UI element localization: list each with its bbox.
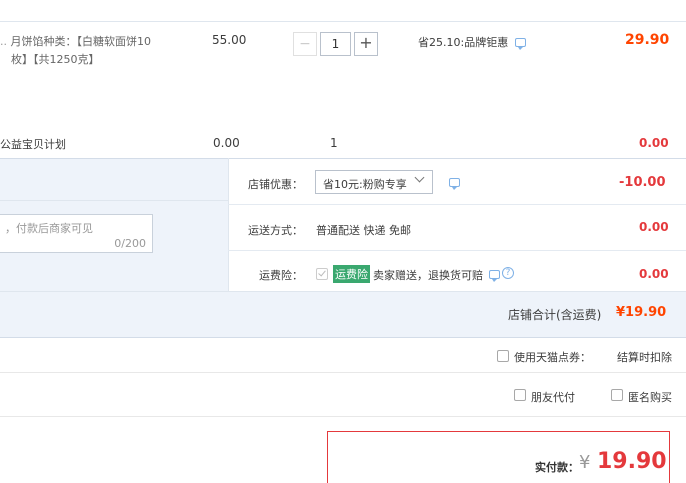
plus-label: + bbox=[359, 33, 373, 52]
divider-options bbox=[0, 416, 686, 417]
row-divider-3 bbox=[0, 291, 686, 292]
question-icon[interactable]: ? bbox=[502, 267, 514, 279]
charity-price: 0.00 bbox=[213, 136, 240, 150]
payment-label: 实付款： bbox=[535, 461, 579, 474]
checkbox-icon[interactable] bbox=[611, 389, 623, 401]
message-icon[interactable] bbox=[515, 38, 526, 50]
quantity-value: 1 bbox=[331, 37, 340, 51]
message-icon[interactable] bbox=[449, 178, 460, 190]
friend-pay-label[interactable]: 朋友代付 bbox=[531, 389, 575, 405]
shop-total-label: 店铺合计(含运费) bbox=[508, 308, 602, 322]
top-divider bbox=[0, 21, 686, 22]
minus-label: − bbox=[299, 36, 311, 52]
check-mark-icon bbox=[318, 268, 326, 277]
checkbox-icon[interactable] bbox=[316, 268, 328, 280]
row-divider-1 bbox=[228, 204, 686, 205]
qty-plus-button[interactable]: + bbox=[354, 32, 378, 56]
message-placeholder: ，付款后商家可见 bbox=[5, 222, 93, 235]
shop-discount-label: 店铺优惠： bbox=[248, 178, 303, 191]
checkbox-icon[interactable] bbox=[497, 350, 509, 362]
panel-top-border bbox=[0, 158, 686, 159]
message-icon[interactable] bbox=[489, 270, 500, 282]
ellipsis: .. bbox=[0, 35, 11, 48]
tmall-points-note: 结算时扣除 bbox=[617, 351, 672, 364]
item-unit-price: 55.00 bbox=[212, 33, 247, 47]
shop-total-amount: ¥19.90 bbox=[616, 305, 667, 320]
charity-total: 0.00 bbox=[639, 136, 669, 150]
shop-discount-selected: 省10元:粉购专享 bbox=[323, 178, 407, 191]
buyer-message-textarea[interactable]: ，付款后商家可见 0/200 bbox=[0, 214, 153, 253]
insurance-amount: 0.00 bbox=[639, 267, 669, 281]
checkbox-icon[interactable] bbox=[514, 389, 526, 401]
qty-minus-button[interactable]: − bbox=[293, 32, 317, 56]
divider-points bbox=[0, 372, 686, 373]
chevron-down-icon bbox=[414, 172, 425, 183]
item-spec-line2: 枚】【共1250克】 bbox=[11, 53, 100, 66]
quantity-input[interactable]: 1 bbox=[320, 32, 351, 56]
shop-discount-select[interactable]: 省10元:粉购专享 bbox=[315, 170, 433, 194]
payment-amount: 19.90 bbox=[597, 449, 667, 474]
charity-name: 公益宝贝计划 bbox=[0, 138, 66, 151]
anonymous-buy-label[interactable]: 匿名购买 bbox=[628, 389, 672, 405]
item-discount-label: 省25.10:品牌钜惠 bbox=[418, 36, 509, 49]
shipping-label: 运送方式： bbox=[248, 224, 303, 237]
shipping-value: 普通配送 快递 免邮 bbox=[316, 224, 411, 237]
message-counter: 0/200 bbox=[114, 237, 146, 250]
item-spec-line1: .. 月饼馅种类：【白糖软面饼10 bbox=[0, 33, 151, 49]
shop-discount-amount: -10.00 bbox=[619, 175, 666, 190]
insurance-badge: 运费险 bbox=[333, 265, 370, 283]
charity-quantity: 1 bbox=[330, 136, 338, 150]
payment-summary-box: 实付款： ¥ 19.90 bbox=[327, 431, 670, 483]
tmall-points-label: 使用天猫点券： bbox=[514, 351, 591, 364]
item-total: 29.90 bbox=[625, 32, 670, 48]
item-spec-text: 月饼馅种类：【白糖软面饼10 bbox=[10, 35, 152, 48]
insurance-desc: 卖家赠送，退换货可赔 bbox=[373, 269, 483, 282]
panel-left-divider bbox=[0, 200, 228, 201]
payment-currency: ¥ bbox=[579, 452, 591, 473]
panel-vertical-divider bbox=[228, 158, 229, 291]
shipping-amount: 0.00 bbox=[639, 220, 669, 234]
row-divider-2 bbox=[228, 250, 686, 251]
insurance-label: 运费险： bbox=[259, 269, 303, 282]
panel-bottom-border bbox=[0, 337, 686, 338]
